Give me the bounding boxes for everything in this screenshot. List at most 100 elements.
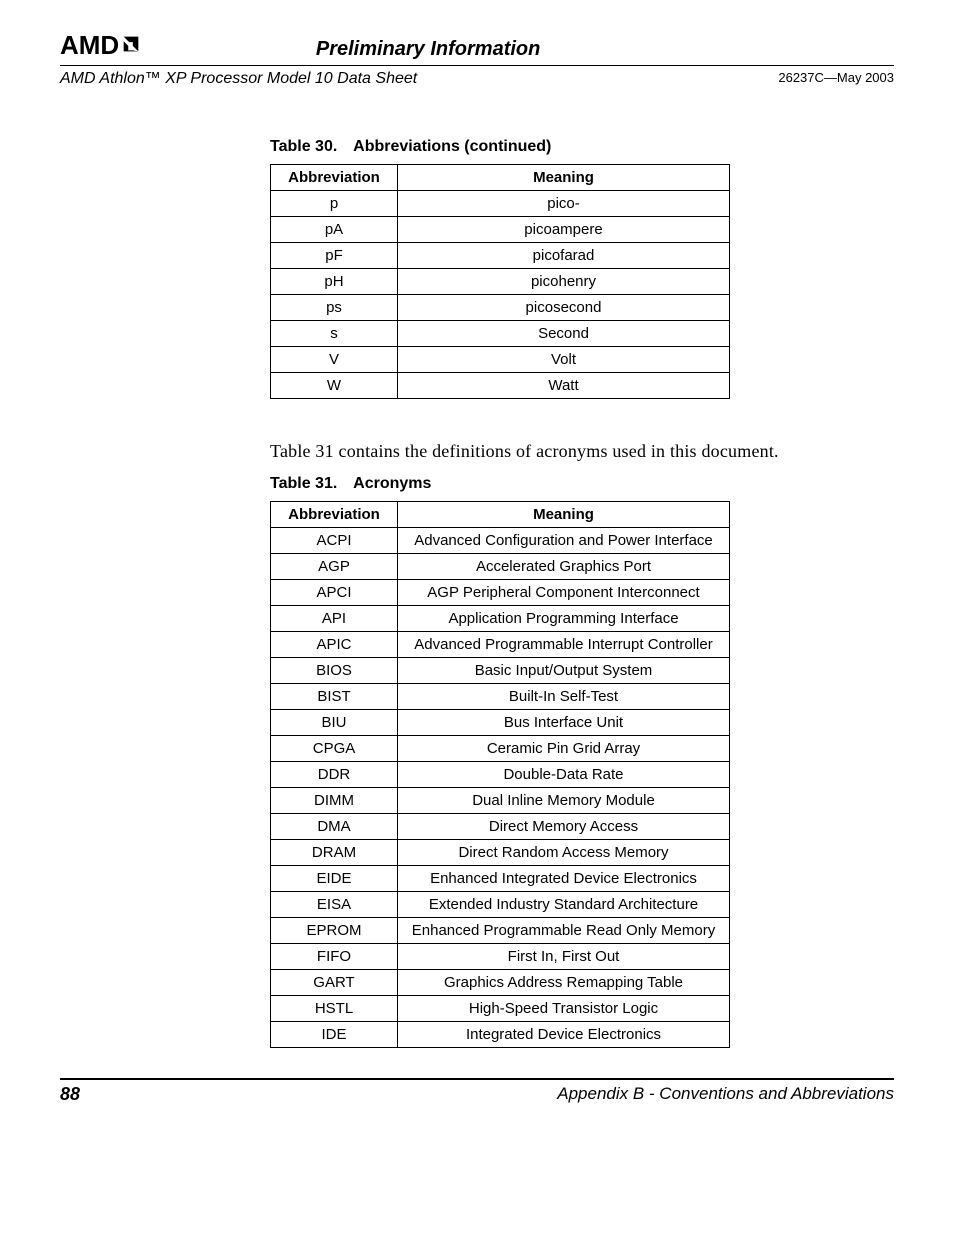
abbr-cell: EPROM: [271, 918, 398, 944]
table30-caption-num: Table 30.: [270, 138, 337, 155]
abbr-cell: APIC: [271, 632, 398, 658]
table30-caption-text: Abbreviations (continued): [353, 138, 551, 155]
meaning-cell: picohenry: [398, 269, 730, 295]
table-row: FIFOFirst In, First Out: [271, 944, 730, 970]
table-row: GARTGraphics Address Remapping Table: [271, 970, 730, 996]
table-row: pFpicofarad: [271, 243, 730, 269]
table-row: IDEIntegrated Device Electronics: [271, 1022, 730, 1048]
table-row: EISAExtended Industry Standard Architect…: [271, 892, 730, 918]
meaning-cell: Double-Data Rate: [398, 762, 730, 788]
meaning-cell: Built-In Self-Test: [398, 684, 730, 710]
meaning-cell: Accelerated Graphics Port: [398, 554, 730, 580]
meaning-cell: First In, First Out: [398, 944, 730, 970]
abbr-cell: pH: [271, 269, 398, 295]
table-row: pHpicohenry: [271, 269, 730, 295]
meaning-cell: High-Speed Transistor Logic: [398, 996, 730, 1022]
table-row: ppico-: [271, 191, 730, 217]
table-row: APCIAGP Peripheral Component Interconnec…: [271, 580, 730, 606]
abbr-cell: pF: [271, 243, 398, 269]
abbr-cell: IDE: [271, 1022, 398, 1048]
abbr-cell: CPGA: [271, 736, 398, 762]
table-row: BIUBus Interface Unit: [271, 710, 730, 736]
table30: Abbreviation Meaning ppico-pApicoamperep…: [270, 164, 730, 399]
table31: Abbreviation Meaning ACPIAdvanced Config…: [270, 501, 730, 1048]
meaning-cell: Ceramic Pin Grid Array: [398, 736, 730, 762]
table-row: DMADirect Memory Access: [271, 814, 730, 840]
abbr-cell: DRAM: [271, 840, 398, 866]
abbr-cell: HSTL: [271, 996, 398, 1022]
abbr-cell: GART: [271, 970, 398, 996]
table-row: VVolt: [271, 347, 730, 373]
abbr-cell: EISA: [271, 892, 398, 918]
abbr-cell: V: [271, 347, 398, 373]
table-row: sSecond: [271, 321, 730, 347]
meaning-cell: Direct Random Access Memory: [398, 840, 730, 866]
table-row: DIMMDual Inline Memory Module: [271, 788, 730, 814]
abbr-cell: APCI: [271, 580, 398, 606]
abbr-cell: BIST: [271, 684, 398, 710]
meaning-cell: Advanced Configuration and Power Interfa…: [398, 528, 730, 554]
appendix-title: Appendix B - Conventions and Abbreviatio…: [557, 1084, 894, 1105]
meaning-cell: Watt: [398, 373, 730, 399]
abbr-cell: BIOS: [271, 658, 398, 684]
table30-header-meaning: Meaning: [398, 165, 730, 191]
table30-caption: Table 30. Abbreviations (continued): [270, 138, 894, 156]
table-row: pspicosecond: [271, 295, 730, 321]
abbr-cell: BIU: [271, 710, 398, 736]
table-row: ACPIAdvanced Configuration and Power Int…: [271, 528, 730, 554]
abbr-cell: s: [271, 321, 398, 347]
abbr-cell: AGP: [271, 554, 398, 580]
abbr-cell: DIMM: [271, 788, 398, 814]
table31-header-abbr: Abbreviation: [271, 502, 398, 528]
abbr-cell: API: [271, 606, 398, 632]
table31-caption-num: Table 31.: [270, 475, 337, 492]
meaning-cell: pico-: [398, 191, 730, 217]
meaning-cell: Second: [398, 321, 730, 347]
doc-id: 26237C—May 2003: [778, 70, 894, 88]
meaning-cell: Direct Memory Access: [398, 814, 730, 840]
table-row: BISTBuilt-In Self-Test: [271, 684, 730, 710]
doc-title: AMD Athlon™ XP Processor Model 10 Data S…: [60, 70, 417, 88]
abbr-cell: FIFO: [271, 944, 398, 970]
meaning-cell: picoampere: [398, 217, 730, 243]
preliminary-info: Preliminary Information: [52, 38, 804, 61]
intro-paragraph: Table 31 contains the definitions of acr…: [270, 439, 894, 463]
header-top-row: AMD Preliminary Information: [60, 30, 894, 61]
meaning-cell: Volt: [398, 347, 730, 373]
meaning-cell: AGP Peripheral Component Interconnect: [398, 580, 730, 606]
abbr-cell: W: [271, 373, 398, 399]
page-number: 88: [60, 1084, 80, 1105]
abbr-cell: ps: [271, 295, 398, 321]
footer: 88 Appendix B - Conventions and Abbrevia…: [60, 1078, 894, 1105]
table-row: WWatt: [271, 373, 730, 399]
meaning-cell: Dual Inline Memory Module: [398, 788, 730, 814]
meaning-cell: Basic Input/Output System: [398, 658, 730, 684]
table31-caption: Table 31. Acronyms: [270, 475, 894, 493]
abbr-cell: EIDE: [271, 866, 398, 892]
table31-header-meaning: Meaning: [398, 502, 730, 528]
table-row: CPGACeramic Pin Grid Array: [271, 736, 730, 762]
meaning-cell: Bus Interface Unit: [398, 710, 730, 736]
meaning-cell: Advanced Programmable Interrupt Controll…: [398, 632, 730, 658]
meaning-cell: Enhanced Integrated Device Electronics: [398, 866, 730, 892]
abbr-cell: ACPI: [271, 528, 398, 554]
meaning-cell: picofarad: [398, 243, 730, 269]
table-row: DRAMDirect Random Access Memory: [271, 840, 730, 866]
table-row: HSTLHigh-Speed Transistor Logic: [271, 996, 730, 1022]
table-header-row: Abbreviation Meaning: [271, 165, 730, 191]
table-row: pApicoampere: [271, 217, 730, 243]
abbr-cell: pA: [271, 217, 398, 243]
header-rule: [60, 65, 894, 66]
meaning-cell: Graphics Address Remapping Table: [398, 970, 730, 996]
table-row: BIOSBasic Input/Output System: [271, 658, 730, 684]
table-row: AGPAccelerated Graphics Port: [271, 554, 730, 580]
abbr-cell: DMA: [271, 814, 398, 840]
subheader-row: AMD Athlon™ XP Processor Model 10 Data S…: [60, 70, 894, 88]
table-row: EPROMEnhanced Programmable Read Only Mem…: [271, 918, 730, 944]
table-row: DDRDouble-Data Rate: [271, 762, 730, 788]
abbr-cell: p: [271, 191, 398, 217]
meaning-cell: Application Programming Interface: [398, 606, 730, 632]
meaning-cell: Enhanced Programmable Read Only Memory: [398, 918, 730, 944]
table30-header-abbr: Abbreviation: [271, 165, 398, 191]
table31-caption-text: Acronyms: [353, 475, 431, 492]
